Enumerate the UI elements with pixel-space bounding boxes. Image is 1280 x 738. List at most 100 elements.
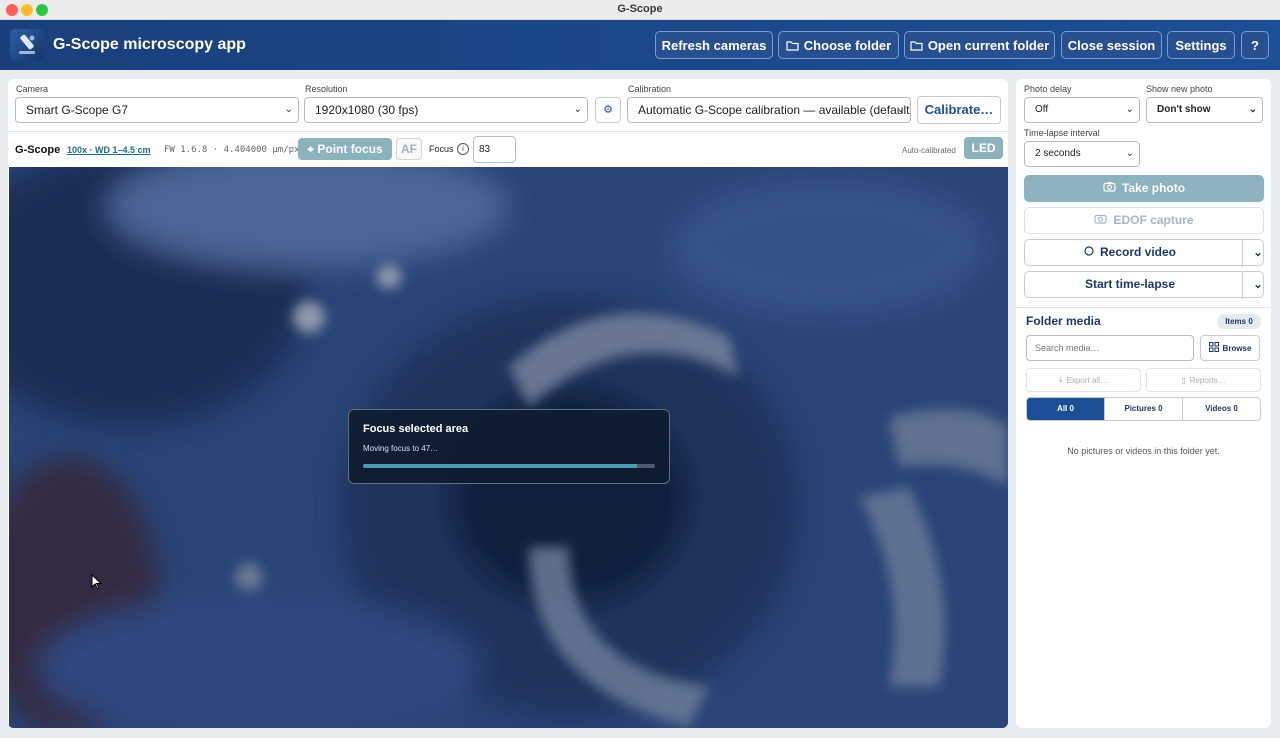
help-label: ? [1251, 37, 1259, 53]
capture-panel: Photo delay Off ⌄ Show new photo Don't s… [1016, 79, 1271, 728]
folder-open-icon [910, 40, 923, 51]
show-new-photo-label: Show new photo [1146, 84, 1213, 94]
focus-label: Focus [429, 144, 454, 154]
help-button[interactable]: ? [1241, 31, 1269, 59]
point-focus-label: Point focus [317, 142, 383, 156]
download-icon: ⤓ [1059, 375, 1063, 384]
chevron-down-icon: ⌄ [1125, 148, 1134, 159]
calibrate-button[interactable]: Calibrate… [917, 96, 1001, 124]
photo-delay-label: Photo delay [1024, 84, 1072, 94]
record-video-content: Record video [1084, 239, 1176, 266]
resolution-label: Resolution [305, 84, 348, 94]
camera-panel: Camera Smart G-Scope G7 ⌄ Resolution 192… [8, 79, 1008, 728]
app-header: G-Scope microscopy app Refresh cameras C… [0, 20, 1280, 70]
tab-videos[interactable]: Videos 0 [1183, 398, 1260, 420]
focus-dialog-title: Focus selected area [363, 423, 469, 435]
camera-label: Camera [16, 84, 49, 94]
resolution-settings-button[interactable]: ⚙ [595, 97, 621, 123]
resolution-select-value: 1920x1080 (30 fps) [315, 103, 419, 117]
chevron-down-icon: ⌄ [896, 104, 905, 115]
empty-media-message: No pictures or videos in this folder yet… [1067, 446, 1220, 456]
camera-select[interactable]: Smart G-Scope G7 ⌄ [15, 97, 299, 123]
mouse-cursor-icon [91, 573, 103, 595]
tab-all[interactable]: All 0 [1027, 398, 1105, 420]
take-photo-button[interactable]: Take photo [1024, 175, 1264, 202]
folder-media-title: Folder media [1026, 314, 1101, 328]
info-icon[interactable]: i [457, 143, 469, 155]
focus-progress-bar [363, 464, 655, 468]
autofocus-button[interactable]: AF [396, 138, 422, 160]
export-all-button[interactable]: ⤓ Export all… [1026, 368, 1141, 392]
folder-icon [786, 40, 799, 51]
chevron-down-icon: ⌄ [1125, 104, 1134, 115]
timelapse-options-button[interactable]: ⌄ [1242, 272, 1271, 299]
focus-progress-fill [363, 464, 638, 468]
section-divider [1016, 307, 1271, 308]
chevron-down-icon: ⌄ [1253, 247, 1263, 259]
camera-live-view[interactable]: Focus selected area Moving focus to 47… [9, 167, 1008, 728]
lens-info-link[interactable]: 100x · WD 1–4.5 cm [67, 145, 151, 155]
refresh-cameras-button[interactable]: Refresh cameras [655, 31, 773, 59]
photo-delay-value: Off [1035, 104, 1049, 115]
choose-folder-label: Choose folder [803, 37, 892, 53]
focus-input[interactable]: 83 [473, 136, 516, 163]
device-brand: G-Scope [15, 144, 61, 156]
camera-icon [1103, 175, 1116, 202]
take-photo-label: Take photo [1121, 181, 1186, 195]
app-title: G-Scope microscopy app [53, 36, 246, 53]
refresh-cameras-label: Refresh cameras [661, 37, 767, 53]
camera-select-value: Smart G-Scope G7 [26, 103, 129, 117]
chevron-down-icon: ⌄ [1253, 279, 1263, 291]
timelapse-interval-label: Time-lapse interval [1024, 128, 1100, 138]
focus-progress-dialog: Focus selected area Moving focus to 47… [348, 409, 670, 484]
browse-label: Browse [1222, 343, 1252, 353]
microscope-logo-icon [10, 29, 44, 61]
tab-pictures[interactable]: Pictures 0 [1105, 398, 1183, 420]
reports-label: Reports… [1189, 375, 1226, 385]
settings-button[interactable]: Settings [1167, 31, 1235, 59]
settings-label: Settings [1175, 37, 1227, 53]
gear-icon: ⚙ [603, 104, 613, 116]
browse-button[interactable]: Browse [1200, 335, 1260, 361]
record-video-label: Record video [1099, 245, 1177, 259]
close-session-label: Close session [1067, 37, 1156, 53]
window-titlebar: G-Scope [0, 0, 1280, 20]
start-timelapse-label: Start time-lapse [1084, 277, 1176, 291]
chevron-down-icon: ⌄ [573, 104, 582, 115]
chevron-down-icon: ⌄ [284, 104, 293, 115]
calibration-select-value: Automatic G-Scope calibration — availabl… [638, 103, 911, 117]
media-filter-tabs: All 0 Pictures 0 Videos 0 [1026, 397, 1261, 421]
window-title: G-Scope [617, 3, 663, 15]
record-video-options-button[interactable]: ⌄ [1242, 240, 1271, 267]
timelapse-interval-value: 2 seconds [1035, 148, 1081, 159]
photo-delay-select[interactable]: Off ⌄ [1024, 97, 1140, 123]
items-count-badge: Items 0 [1217, 314, 1261, 329]
open-current-folder-button[interactable]: Open current folder [904, 31, 1055, 59]
edof-capture-button[interactable]: EDOF capture [1024, 207, 1264, 234]
grid-icon [1208, 342, 1219, 354]
crosshair-icon: ⌖ [307, 142, 315, 156]
record-circle-icon [1084, 239, 1094, 266]
camera-info-bar: G-Scope 100x · WD 1–4.5 cm FW 1.6.8 · 4.… [8, 131, 1008, 167]
reports-button[interactable]: ▯ Reports… [1146, 368, 1261, 392]
choose-folder-button[interactable]: Choose folder [778, 31, 899, 59]
led-toggle-button[interactable]: LED [964, 137, 1003, 159]
open-current-folder-label: Open current folder [927, 37, 1050, 53]
show-new-photo-select[interactable]: Don't show ⌄ [1146, 97, 1263, 123]
start-timelapse-button[interactable]: Start time-lapse ⌄ [1024, 271, 1264, 299]
focus-dialog-status: Moving focus to 47… [363, 444, 439, 453]
close-session-button[interactable]: Close session [1061, 31, 1162, 59]
resolution-select[interactable]: 1920x1080 (30 fps) ⌄ [304, 97, 588, 123]
calibration-label: Calibration [628, 84, 672, 94]
show-new-photo-value: Don't show [1157, 104, 1211, 115]
timelapse-interval-select[interactable]: 2 seconds ⌄ [1024, 141, 1140, 167]
media-search-input[interactable]: Search media… [1026, 335, 1194, 361]
document-icon: ▯ [1181, 375, 1186, 385]
firmware-info: FW 1.6.8 · 4.404000 µm/px [164, 145, 300, 155]
camera-icon [1094, 207, 1108, 234]
point-focus-button[interactable]: ⌖ Point focus [298, 138, 392, 160]
chevron-down-icon: ⌄ [1248, 104, 1257, 115]
export-all-label: Export all… [1066, 375, 1108, 385]
record-video-button[interactable]: Record video ⌄ [1024, 239, 1264, 267]
calibration-select[interactable]: Automatic G-Scope calibration — availabl… [627, 97, 911, 123]
